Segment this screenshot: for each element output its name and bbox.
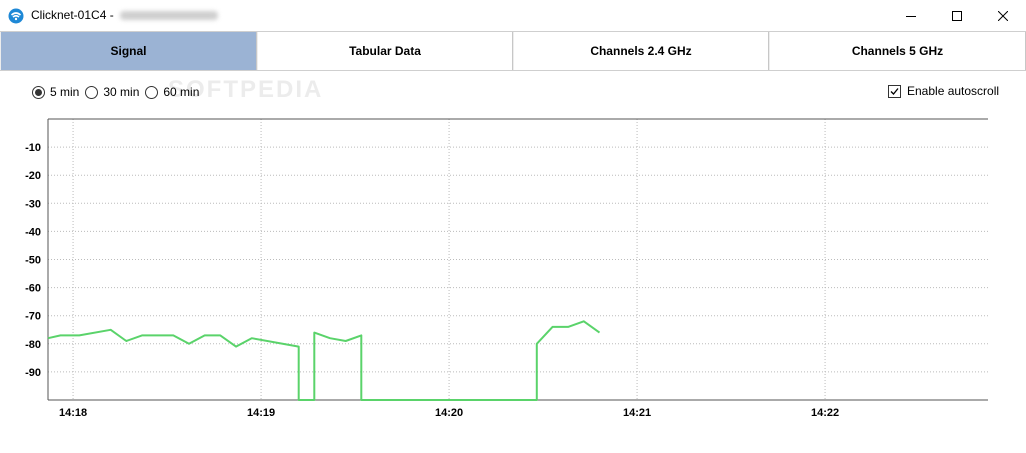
chart-grid <box>48 119 988 400</box>
radio-label: 30 min <box>103 85 140 99</box>
autoscroll-label: Enable autoscroll <box>907 84 1000 98</box>
maximize-button[interactable] <box>934 0 980 31</box>
y-tick-label: -50 <box>25 255 41 267</box>
tab-bar: Signal Tabular Data Channels 2.4 GHz Cha… <box>0 31 1026 71</box>
close-button[interactable] <box>980 0 1026 31</box>
y-tick-label: -90 <box>25 367 41 379</box>
radio-5-min[interactable]: 5 min <box>32 85 79 99</box>
signal-line <box>47 320 601 401</box>
y-tick-label: -40 <box>25 226 41 238</box>
time-range-options: 5 min 30 min 60 min <box>32 85 205 99</box>
tab-channels-2-4-ghz[interactable]: Channels 2.4 GHz <box>513 32 769 70</box>
radio-30-min[interactable]: 30 min <box>85 85 139 99</box>
enable-autoscroll-checkbox[interactable]: Enable autoscroll <box>888 84 999 98</box>
x-tick-label: 14:20 <box>435 407 463 419</box>
close-icon <box>998 10 1008 21</box>
y-axis-ticks: -10 -20 -30 -40 -50 -60 -70 -80 -90 <box>25 142 41 379</box>
y-tick-label: -30 <box>25 198 41 210</box>
signal-chart: -10-20-30-40-50-60-70-80-90 14:18 14:19 14… <box>25 118 988 419</box>
tab-signal[interactable]: Signal <box>0 32 257 70</box>
y-tick-label: -60 <box>25 283 41 295</box>
checkbox-checked-icon <box>888 84 901 98</box>
radio-selected-icon <box>32 85 45 99</box>
x-axis-ticks: 14:18 14:19 14:20 14:21 14:22 <box>59 407 839 419</box>
y-tick-label: -10 <box>25 142 41 154</box>
x-tick-label: 14:21 <box>623 407 651 419</box>
wifi-app-icon <box>8 8 24 24</box>
radio-unselected-icon <box>145 85 159 99</box>
radio-label: 5 min <box>50 85 80 99</box>
blurred-network-name <box>119 11 218 21</box>
maximize-icon <box>952 10 962 21</box>
window-title: Clicknet-01C4 - <box>31 8 114 22</box>
x-tick-label: 14:22 <box>811 407 839 419</box>
x-tick-label: 14:18 <box>59 407 87 419</box>
chart-series <box>47 320 601 401</box>
tab-tabular-data[interactable]: Tabular Data <box>257 32 513 70</box>
y-tick-label: -20 <box>25 170 41 182</box>
y-tick-label: -70 <box>25 311 41 323</box>
radio-label: 60 min <box>163 85 200 99</box>
minimize-icon <box>906 15 916 17</box>
radio-unselected-icon <box>85 85 99 99</box>
title-bar: Clicknet-01C4 - <box>0 0 1026 31</box>
radio-60-min[interactable]: 60 min <box>145 85 199 99</box>
tab-channels-5-ghz[interactable]: Channels 5 GHz <box>769 32 1026 70</box>
x-tick-label: 14:19 <box>247 407 275 419</box>
minimize-button[interactable] <box>888 0 934 31</box>
y-tick-label: -80 <box>25 339 41 351</box>
